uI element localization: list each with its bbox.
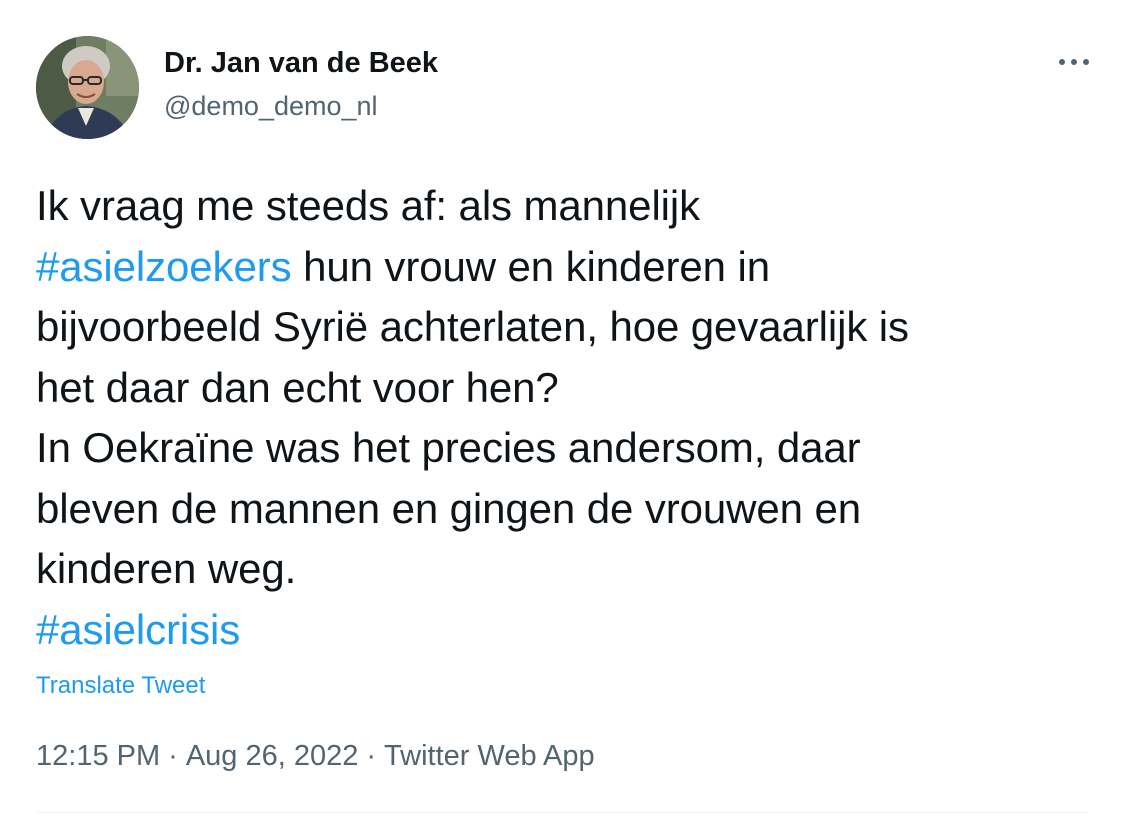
avatar[interactable] [36, 36, 139, 139]
tweet-header: Dr. Jan van de Beek @demo_demo_nl [36, 36, 1096, 140]
tweet-text-segment: bijvoorbeeld Syrië achterlaten, hoe geva… [36, 303, 909, 350]
tweet-text-line: #asielzoekers hun vrouw en kinderen in [36, 237, 1096, 298]
author-handle[interactable]: @demo_demo_nl [164, 88, 438, 124]
translate-tweet-link[interactable]: Translate Tweet [36, 670, 205, 702]
tweet-text-segment: hun vrouw en kinderen in [291, 242, 770, 290]
tweet-text-line: In Oekraïne was het precies andersom, da… [36, 418, 1096, 479]
metadata-separator: · [366, 740, 377, 772]
tweet-text-segment: In Oekraïne was het precies andersom, da… [36, 424, 861, 471]
author-names: Dr. Jan van de Beek @demo_demo_nl [164, 44, 438, 124]
tweet-metadata: 12:15 PM · Aug 26, 2022 · Twitter Web App [36, 737, 595, 775]
hashtag-link[interactable]: #asielzoekers [36, 243, 292, 290]
tweet-text-line: bijvoorbeeld Syrië achterlaten, hoe geva… [36, 297, 1096, 358]
metadata-separator: · [168, 740, 178, 772]
tweet-text-line: bleven de mannen en gingen de vrouwen en [36, 479, 1096, 540]
author-display-name[interactable]: Dr. Jan van de Beek [164, 44, 438, 82]
tweet-card: Dr. Jan van de Beek @demo_demo_nl Ik vra… [0, 0, 1125, 815]
hashtag-link[interactable]: #asielcrisis [36, 606, 240, 653]
tweet-text-line: #asielcrisis [36, 600, 1096, 661]
tweet-text: Ik vraag me steeds af: als mannelijk #asi… [36, 176, 1096, 660]
more-options-icon[interactable] [1054, 50, 1094, 74]
tweet-text-line: kinderen weg. [36, 539, 1096, 600]
tweet-text-segment: bleven de mannen en gingen de vrouwen en [36, 484, 861, 532]
tweet-text-segment: kinderen weg. [36, 545, 297, 592]
tweet-text-segment: het daar dan echt voor hen? [36, 363, 559, 411]
avatar-image [36, 36, 139, 139]
tweet-text-segment: Ik vraag me steeds af: als mannelijk [36, 182, 701, 229]
divider [36, 812, 1088, 813]
tweet-date[interactable]: Aug 26, 2022 [186, 740, 359, 772]
tweet-time[interactable]: 12:15 PM [36, 740, 160, 772]
tweet-text-line: Ik vraag me steeds af: als mannelijk [36, 176, 1096, 237]
tweet-source[interactable]: Twitter Web App [384, 740, 595, 772]
tweet-text-line: het daar dan echt voor hen? [36, 358, 1096, 419]
